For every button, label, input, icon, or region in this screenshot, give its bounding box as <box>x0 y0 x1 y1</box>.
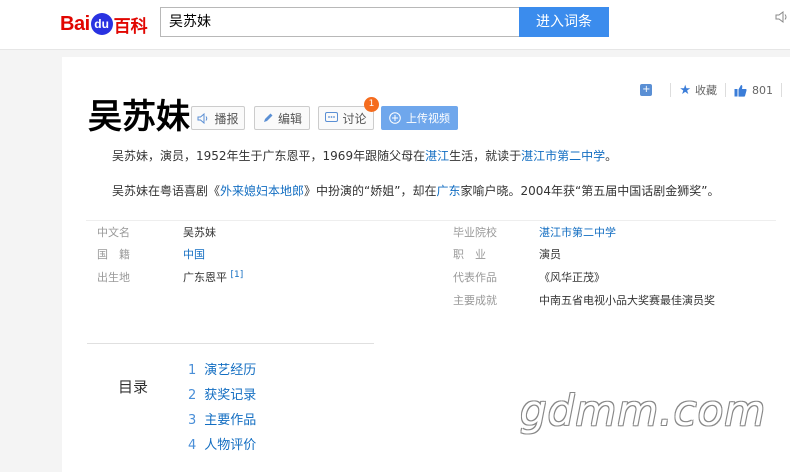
toc-item[interactable]: 3 主要作品 <box>188 412 256 430</box>
info-value-occupation: 演员 <box>539 248 561 261</box>
guangdong-link[interactable]: 广东 <box>436 184 460 198</box>
top-bar: Bai du 百科 吴苏妹 进入词条 <box>0 0 790 50</box>
upload-video-label: 上传视频 <box>406 112 450 125</box>
watermark: gdmm.com <box>520 386 767 435</box>
summary-text: 。 <box>605 149 618 163</box>
baidu-baike-logo[interactable]: Bai du 百科 <box>60 12 148 37</box>
play-button[interactable]: 播报 <box>191 106 245 130</box>
summary-text: 生活，就读于 <box>449 149 522 163</box>
search-input[interactable]: 吴苏妹 <box>160 7 520 37</box>
divider <box>781 83 782 97</box>
likes-count: 801 <box>752 83 773 97</box>
summary-text: 吴苏妹在粤语喜剧《 <box>112 184 221 198</box>
info-value-achievement: 中南五省电视小品大奖赛最佳演员奖 <box>539 294 715 307</box>
info-value-works: 《风华正茂》 <box>539 271 605 284</box>
comment-icon <box>325 112 339 122</box>
upload-video-button[interactable]: 上传视频 <box>381 106 458 130</box>
collect-label[interactable]: 收藏 <box>695 82 717 98</box>
edit-button[interactable]: 编辑 <box>254 106 310 130</box>
info-label-school: 毕业院校 <box>453 226 497 239</box>
divider <box>725 83 726 97</box>
info-label-occupation: 职 业 <box>453 248 486 261</box>
play-label: 播报 <box>214 111 239 126</box>
info-value-birthplace: 广东恩平 [1] <box>183 270 244 284</box>
logo-baike: 百科 <box>113 16 148 37</box>
divider <box>670 83 672 97</box>
star-icon[interactable]: ★ <box>679 83 691 98</box>
speaker-icon <box>197 112 208 124</box>
drama-link[interactable]: 外来媳妇本地郎 <box>220 184 304 198</box>
reference-link[interactable]: [1] <box>231 270 244 280</box>
speaker-icon[interactable] <box>775 10 789 24</box>
logo-paw-icon: du <box>90 13 113 35</box>
info-divider <box>86 220 776 221</box>
toc-item[interactable]: 4 人物评价 <box>188 437 256 455</box>
stats-bar: + ★ 收藏 801 <box>640 80 790 100</box>
discuss-count-badge: 1 <box>364 97 379 112</box>
info-label-achievement: 主要成就 <box>453 294 497 307</box>
summary-paragraph-2: 吴苏妹在粤语喜剧《外来媳妇本地郎》中扮演的“娇姐”，却在广东家喻户晓。2004年… <box>112 182 719 200</box>
page-title: 吴苏妹 <box>88 97 190 137</box>
info-label-nationality: 国 籍 <box>97 248 130 261</box>
info-label-works: 代表作品 <box>453 271 497 284</box>
discuss-label: 讨论 <box>342 111 367 126</box>
info-value-school[interactable]: 湛江市第二中学 <box>539 225 616 241</box>
add-icon[interactable]: + <box>640 84 653 96</box>
pencil-icon <box>263 113 273 122</box>
toc-title: 目录 <box>118 378 149 396</box>
plus-circle-icon <box>389 112 401 124</box>
summary-text: 吴苏妹，演员，1952年生于广东恩平，1969年跟随父母在 <box>112 149 426 163</box>
info-value-chinese-name: 吴苏妹 <box>183 226 216 239</box>
summary-text: 家喻户晓。2004年获“第五届中国话剧金狮奖”。 <box>460 184 720 198</box>
edit-label: 编辑 <box>277 111 302 126</box>
logo-bai: Bai <box>60 12 90 35</box>
info-label-chinese-name: 中文名 <box>97 226 130 239</box>
toc-item[interactable]: 2 获奖记录 <box>188 387 256 405</box>
toc-item[interactable]: 1 演艺经历 <box>188 362 256 380</box>
enter-entry-button[interactable]: 进入词条 <box>519 7 609 37</box>
thumbs-up-icon[interactable] <box>734 84 747 97</box>
summary-text: 》中扮演的“娇姐”，却在 <box>304 184 437 198</box>
info-label-birthplace: 出生地 <box>97 271 130 284</box>
zhanjiang-no2-school-link[interactable]: 湛江市第二中学 <box>521 149 605 163</box>
zhanjiang-link[interactable]: 湛江 <box>425 149 449 163</box>
info-value-nationality[interactable]: 中国 <box>183 247 205 263</box>
summary-paragraph-1: 吴苏妹，演员，1952年生于广东恩平，1969年跟随父母在湛江生活，就读于湛江市… <box>112 147 617 165</box>
